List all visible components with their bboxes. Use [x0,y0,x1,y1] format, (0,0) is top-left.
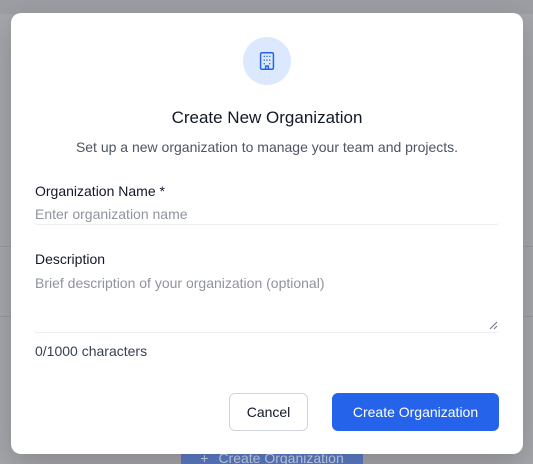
description-textarea[interactable] [33,272,500,333]
resize-handle-icon[interactable] [489,321,498,330]
description-label: Description [35,251,106,267]
backdrop-header [0,0,533,14]
dialog-subtitle: Set up a new organization to manage your… [75,139,459,155]
create-organization-dialog: Create New Organization Set up a new org… [11,13,523,454]
dialog-title: Create New Organization [171,108,363,127]
organization-name-input[interactable] [33,204,500,225]
building-icon-badge [243,37,291,85]
organization-name-label: Organization Name * [35,183,165,199]
cancel-button[interactable]: Cancel [229,393,308,431]
character-count: 0/1000 characters [35,343,148,359]
create-organization-button[interactable]: Create Organization [332,393,499,431]
building-icon [259,52,275,70]
